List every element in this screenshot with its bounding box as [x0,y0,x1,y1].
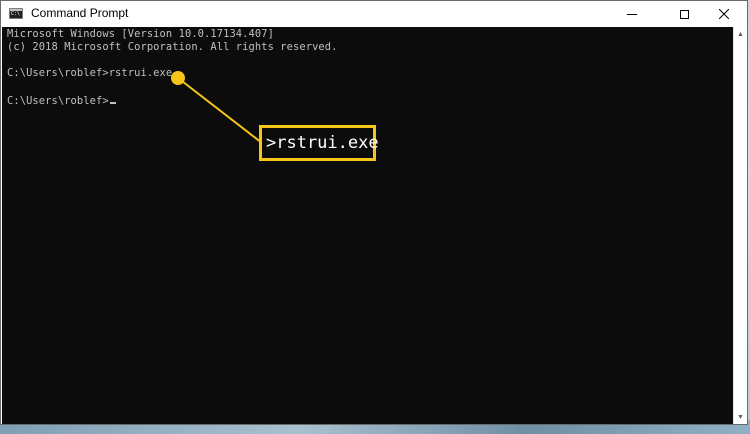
callout-text: >rstrui.exe [266,133,379,153]
console-line-copyright: (c) 2018 Microsoft Corporation. All righ… [7,41,338,53]
callout-box: >rstrui.exe [259,125,379,161]
text-cursor [109,102,116,104]
console-output[interactable]: Microsoft Windows [Version 10.0.17134.40… [2,27,733,424]
command-prompt-window: Command Prompt Microsoft Windows [Versio… [0,0,748,425]
close-icon [719,9,729,19]
prompt-text: C:\Users\roblef> [7,95,109,107]
window-title: Command Prompt [31,6,129,20]
console-line-version: Microsoft Windows [Version 10.0.17134.40… [7,28,274,40]
title-bar[interactable]: Command Prompt [1,1,747,27]
scroll-down-icon[interactable]: ▼ [734,410,747,424]
scroll-up-icon[interactable]: ▲ [734,27,747,41]
minimize-button[interactable] [609,1,655,27]
callout-dot [171,71,185,85]
maximize-icon [679,9,689,19]
console-line-command: C:\Users\roblef>rstrui.exe [7,67,173,79]
console-line-prompt: C:\Users\roblef> [7,95,116,107]
minimize-icon [627,13,637,15]
command-prompt-icon[interactable] [9,8,23,19]
close-button[interactable] [701,1,747,27]
vertical-scrollbar[interactable]: ▲ ▼ [733,27,747,424]
